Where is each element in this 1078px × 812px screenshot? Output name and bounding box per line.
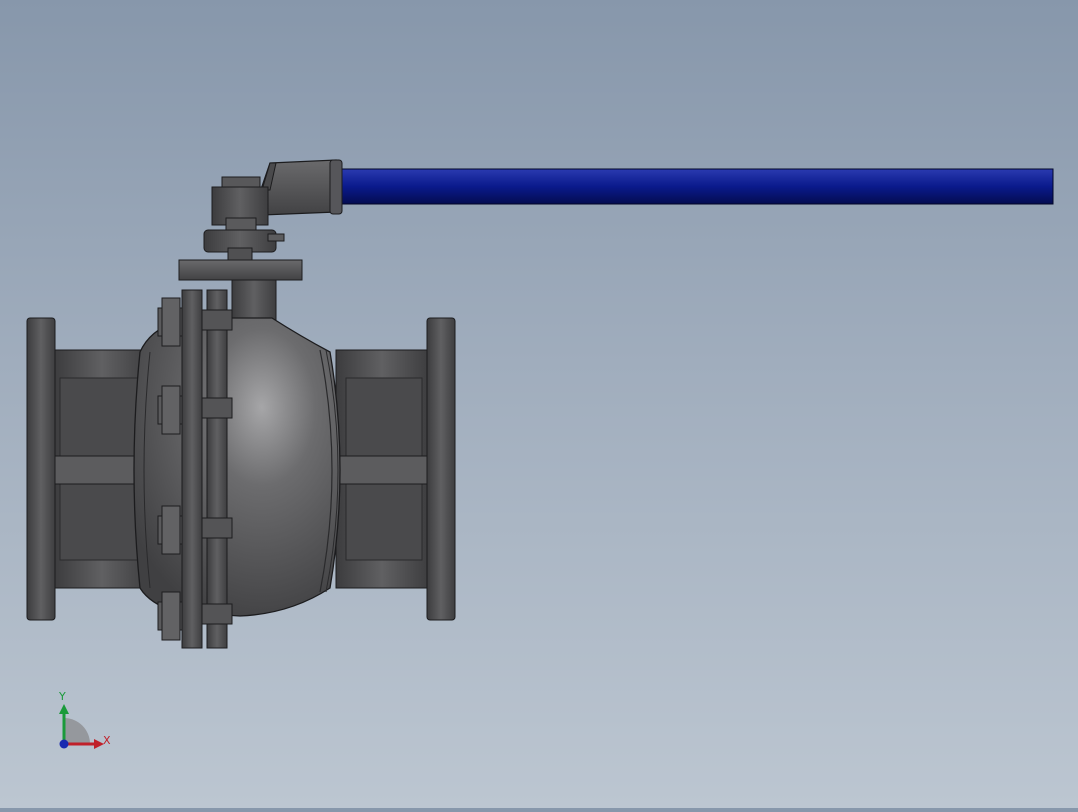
right-end-cap[interactable]: [335, 317, 456, 621]
graphics-viewport[interactable]: Y X: [0, 0, 1078, 808]
left-flange: [26, 317, 56, 621]
z-axis: [59, 739, 69, 749]
valve-handle[interactable]: [257, 159, 1054, 216]
handle-lever: [339, 168, 1054, 205]
triad-plane: [64, 718, 90, 744]
model-canvas[interactable]: Y X: [0, 0, 1078, 808]
y-axis-label: Y: [58, 690, 66, 703]
valve-body[interactable]: [133, 317, 341, 617]
reference-triad: Y X: [58, 690, 111, 749]
x-axis-label: X: [103, 734, 111, 747]
right-flange: [426, 317, 456, 621]
left-end-cap[interactable]: [26, 317, 151, 621]
mounting-pad: [178, 259, 303, 281]
